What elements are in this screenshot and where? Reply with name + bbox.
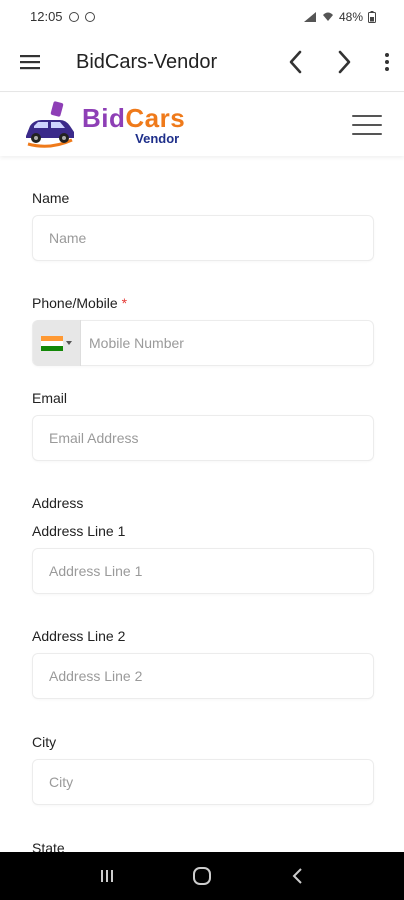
email-label: Email	[32, 390, 68, 406]
bidcars-logo[interactable]: BidCars Vendor	[22, 100, 185, 150]
status-left: 12:05	[30, 9, 95, 24]
address-section-title: Address	[32, 495, 84, 511]
india-flag-icon	[41, 335, 63, 351]
email-field[interactable]	[32, 415, 374, 461]
notification-icon	[68, 11, 79, 22]
logo-subtitle: Vendor	[135, 130, 180, 146]
phone-field[interactable]	[32, 320, 374, 366]
home-icon	[192, 867, 211, 885]
more-vert-icon	[385, 53, 389, 71]
hamburger-line	[352, 114, 382, 117]
name-label: Name	[32, 190, 70, 206]
city-label: City	[32, 734, 57, 750]
sync-icon	[84, 11, 95, 22]
site-header: BidCars Vendor	[0, 93, 404, 156]
app-title: BidCars-Vendor	[76, 50, 218, 73]
app-bar: BidCars-Vendor	[0, 33, 404, 92]
system-nav-bar	[0, 852, 404, 900]
name-input[interactable]	[33, 216, 373, 260]
country-code-selector[interactable]	[33, 320, 81, 366]
signal-icon	[303, 11, 316, 22]
status-time: 12:05	[30, 9, 63, 24]
mobile-number-input[interactable]	[81, 321, 373, 365]
address-line1-field[interactable]	[32, 548, 374, 594]
address-line1-label: Address Line 1	[32, 523, 126, 539]
battery-level: 48%	[338, 9, 363, 24]
battery-icon	[368, 10, 376, 23]
required-mark: *	[121, 295, 128, 311]
phone-label-text: Phone/Mobile	[32, 295, 118, 311]
city-field[interactable]	[32, 759, 374, 805]
address-line2-input[interactable]	[33, 654, 373, 698]
address-line1-input[interactable]	[33, 549, 373, 593]
caret-down-icon	[66, 341, 72, 345]
wifi-icon	[322, 12, 333, 21]
email-input[interactable]	[33, 416, 373, 460]
logo-text: BidCars Vendor	[82, 105, 185, 145]
car-logo-icon	[26, 100, 74, 148]
site-menu-button[interactable]	[352, 113, 382, 137]
hamburger-line	[352, 123, 382, 126]
name-field[interactable]	[32, 215, 374, 261]
back-icon	[292, 868, 302, 884]
phone-label: Phone/Mobile *	[32, 295, 127, 311]
address-line2-field[interactable]	[32, 653, 374, 699]
status-bar: 12:05 48%	[0, 0, 404, 33]
city-input[interactable]	[33, 760, 373, 804]
menu-button[interactable]	[0, 33, 60, 92]
system-back-button[interactable]	[277, 856, 317, 896]
address-line2-label: Address Line 2	[32, 628, 126, 644]
back-button[interactable]	[270, 33, 320, 92]
logo-brand-part1: Bid	[82, 102, 126, 133]
logo-brand: BidCars	[82, 105, 185, 131]
status-right: 48%	[303, 10, 376, 24]
logo-brand-part2: Cars	[125, 102, 186, 133]
chevron-left-icon	[289, 50, 302, 74]
home-button[interactable]	[182, 856, 222, 896]
menu-icon	[20, 55, 40, 70]
recents-icon	[101, 870, 114, 882]
chevron-right-icon	[338, 50, 351, 74]
recents-button[interactable]	[87, 856, 127, 896]
more-options-button[interactable]	[370, 33, 404, 92]
forward-button[interactable]	[320, 33, 370, 92]
hamburger-line	[352, 132, 382, 135]
